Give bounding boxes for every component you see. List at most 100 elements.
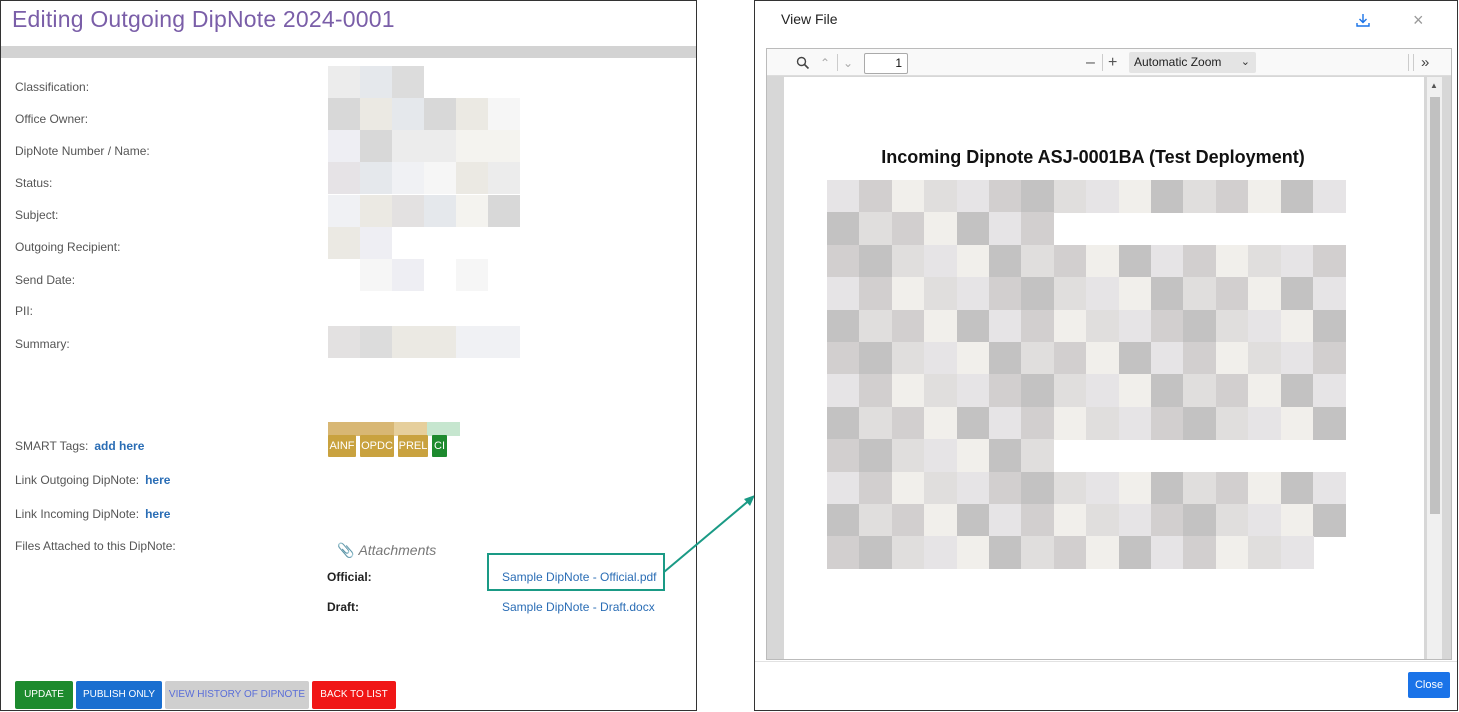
redacted-cell: [827, 342, 860, 375]
zoom-in-icon[interactable]: +: [1108, 53, 1117, 73]
redacted-cell: [488, 130, 520, 162]
redacted-cell: [1313, 277, 1346, 311]
redacted-cell: [1280, 244, 1314, 278]
toolbar-divider: [1102, 54, 1103, 71]
redacted-cell: [1313, 180, 1346, 213]
redacted-cell: [891, 504, 925, 537]
pdf-viewer: ⌃ ⌄ 1 – + Automatic Zoom ⌄ » Incoming Di…: [766, 48, 1452, 660]
redacted-cell: [456, 259, 488, 291]
close-button[interactable]: Close: [1408, 672, 1450, 698]
redacted-cell: [1280, 180, 1314, 213]
redacted-cell: [392, 130, 424, 162]
redacted-cell: [1248, 180, 1282, 213]
redacted-cell: [424, 195, 456, 227]
page-title: Editing Outgoing DipNote 2024-0001: [12, 6, 395, 32]
more-tools-icon[interactable]: »: [1421, 53, 1429, 73]
redacted-cell: [1215, 471, 1249, 505]
search-icon[interactable]: [796, 56, 810, 70]
redacted-cell: [1151, 342, 1184, 375]
tag-opdc[interactable]: OPDC: [360, 435, 394, 457]
redacted-cell: [956, 374, 990, 408]
tag-ci[interactable]: CI: [432, 435, 447, 457]
zoom-select[interactable]: Automatic Zoom ⌄: [1129, 52, 1256, 73]
redacted-cell: [1086, 244, 1120, 278]
redacted-cell: [859, 374, 893, 408]
paperclip-icon: 📎: [337, 542, 355, 558]
redacted-cell: [427, 422, 460, 436]
redacted-cell: [859, 244, 893, 278]
redacted-cell: [1118, 504, 1152, 537]
callout-arrow: [663, 495, 755, 573]
redacted-cell: [1086, 309, 1120, 343]
redacted-cell: [1248, 244, 1282, 278]
document-title: Incoming Dipnote ASJ-0001BA (Test Deploy…: [881, 147, 1305, 167]
link-outgoing-here-link[interactable]: here: [145, 473, 170, 487]
attachments-header-text: Attachments: [358, 542, 437, 558]
send-date-label: Send Date:: [15, 273, 76, 287]
close-icon[interactable]: ×: [1413, 10, 1424, 30]
redacted-cell: [1021, 244, 1055, 278]
redacted-cell: [360, 98, 392, 130]
redacted-cell: [488, 326, 520, 358]
viewer-scrollbar[interactable]: ▲: [1427, 77, 1442, 659]
redacted-cell: [1248, 471, 1282, 505]
toolbar-divider: [1413, 54, 1414, 71]
link-incoming-label: Link Incoming DipNote: here: [15, 507, 170, 521]
redacted-cell: [1183, 536, 1217, 570]
pdf-page: Incoming Dipnote ASJ-0001BA (Test Deploy…: [784, 77, 1424, 659]
redacted-cell: [891, 244, 925, 278]
redacted-cell: [859, 342, 893, 375]
edit-dipnote-panel: Editing Outgoing DipNote 2024-0001 Class…: [0, 0, 697, 711]
redacted-cell: [924, 342, 958, 375]
publish-only-button[interactable]: PUBLISH ONLY: [76, 681, 162, 709]
redacted-cell: [989, 244, 1022, 278]
scroll-thumb[interactable]: [1430, 97, 1440, 514]
page-number-input[interactable]: 1: [864, 53, 908, 74]
redacted-cell: [1118, 277, 1152, 311]
view-history-button[interactable]: VIEW HISTORY OF DIPNOTE: [165, 681, 309, 709]
redacted-cell: [1313, 374, 1346, 408]
link-incoming-here-link[interactable]: here: [145, 507, 170, 521]
redacted-cell: [392, 162, 424, 194]
redacted-cell: [1248, 309, 1282, 343]
redacted-cell: [424, 162, 456, 194]
redacted-cell: [1053, 504, 1087, 537]
next-page-icon[interactable]: ⌄: [843, 53, 853, 73]
scroll-up-icon[interactable]: ▲: [1430, 81, 1438, 90]
back-to-list-button[interactable]: BACK TO LIST: [312, 681, 396, 709]
zoom-out-icon[interactable]: –: [1086, 53, 1095, 73]
redacted-cell: [1021, 471, 1055, 505]
redacted-cell: [989, 342, 1022, 375]
redacted-cell: [424, 326, 456, 358]
redacted-cell: [328, 195, 360, 227]
redacted-cell: [891, 439, 925, 473]
redacted-cell: [1183, 406, 1217, 440]
smart-tags-label: SMART Tags: add here: [15, 439, 144, 453]
dipnote-number-label: DipNote Number / Name:: [15, 144, 150, 158]
redacted-cell: [989, 504, 1022, 537]
update-button[interactable]: UPDATE: [15, 681, 73, 709]
redacted-cell: [956, 342, 990, 375]
redacted-cell: [827, 212, 860, 246]
official-label: Official:: [327, 570, 372, 584]
smart-tags-add-link[interactable]: add here: [94, 439, 144, 453]
redacted-cell: [924, 536, 958, 570]
pdf-toolbar: ⌃ ⌄ 1 – + Automatic Zoom ⌄ »: [767, 49, 1451, 76]
draft-file-link[interactable]: Sample DipNote - Draft.docx: [502, 600, 655, 614]
redacted-cell: [1086, 406, 1120, 440]
redacted-cell: [1215, 504, 1249, 537]
tag-prel[interactable]: PREL: [398, 435, 428, 457]
redacted-cell: [924, 471, 958, 505]
redacted-cell: [1215, 244, 1249, 278]
tag-ainf[interactable]: AINF: [328, 435, 356, 457]
download-icon[interactable]: [1355, 12, 1371, 28]
previous-page-icon[interactable]: ⌃: [820, 53, 830, 73]
redacted-cell: [1313, 471, 1346, 505]
redacted-cell: [1151, 277, 1184, 311]
redacted-cell: [924, 180, 958, 213]
redacted-cell: [859, 536, 893, 570]
redacted-cell: [956, 309, 990, 343]
redacted-cell: [1021, 277, 1055, 311]
redacted-cell: [1280, 471, 1314, 505]
files-attached-label: Files Attached to this DipNote:: [15, 539, 176, 553]
